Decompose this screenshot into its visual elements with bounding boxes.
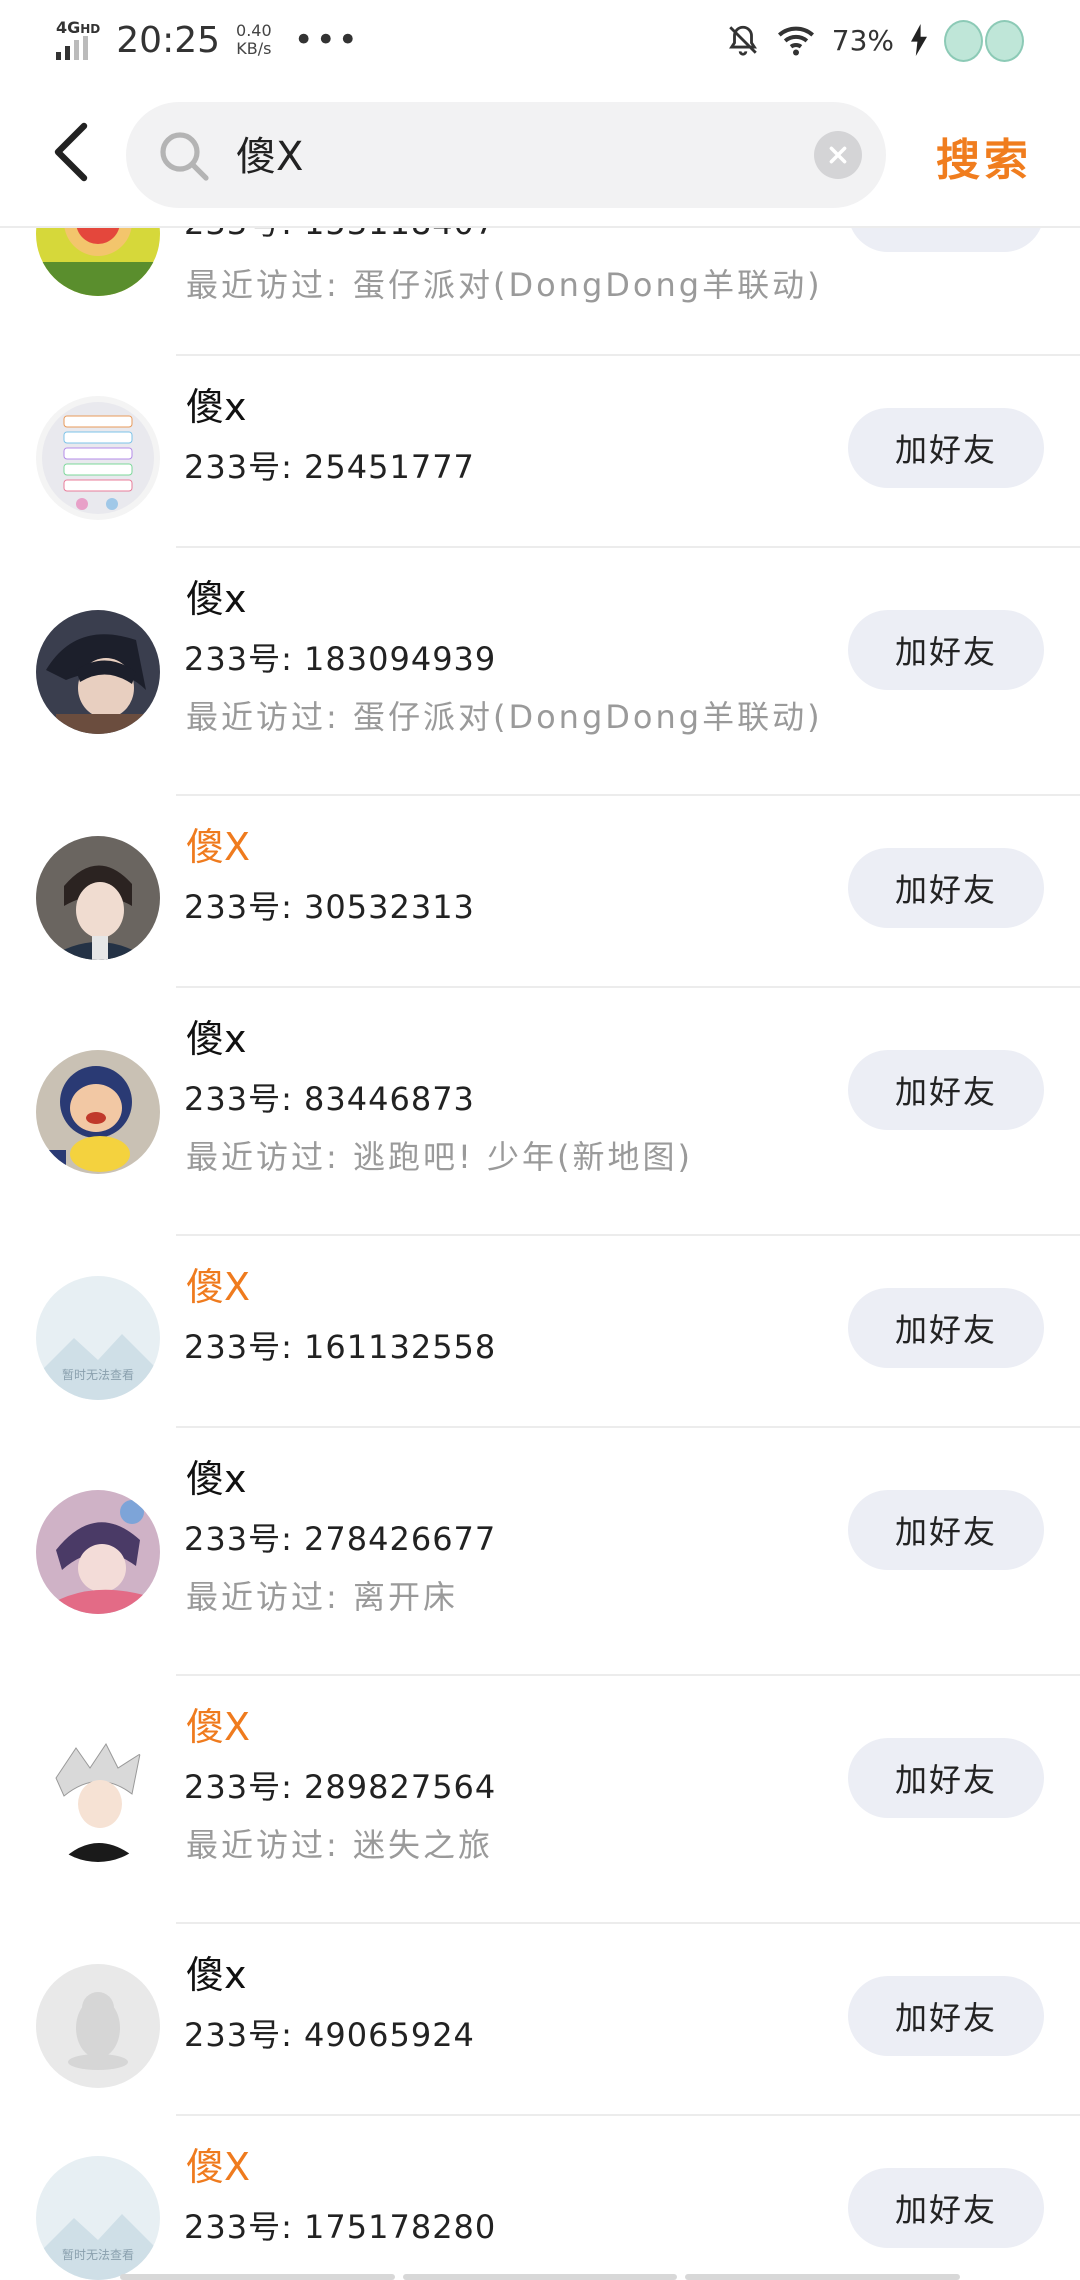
add-friend-button[interactable]: 加好友 (848, 848, 1044, 928)
placeholder-landscape-avatar[interactable]: 暂时无法查看 (36, 2156, 160, 2280)
default-penguin-avatar[interactable] (36, 1964, 160, 2088)
svg-text:暂时无法查看: 暂时无法查看 (62, 1368, 134, 1382)
anime-boy-avatar[interactable] (36, 610, 160, 734)
network-speed: 0.40 KB/s (236, 22, 272, 58)
wifi-icon (777, 26, 814, 56)
list-item[interactable]: 暂时无法查看 傻X 233号: 175178280 加好友 (0, 2116, 1080, 2280)
result-uid: 233号: 289827564 (184, 1768, 497, 1806)
recent-visit-text: 最近访过: 蛋仔派对(DongDong羊联动) (186, 698, 823, 736)
add-friend-button[interactable]: 加好友 (848, 610, 1044, 690)
network-speed-value: 0.40 (236, 21, 272, 40)
yellow-green-avatar[interactable] (36, 228, 160, 296)
add-friend-button[interactable]: 加好友 (848, 1490, 1044, 1570)
network-indicator: 4GHD (56, 17, 101, 60)
signal-icon (56, 35, 100, 60)
result-name: 傻X (186, 825, 251, 869)
add-friend-button[interactable]: 加好友 (848, 408, 1044, 488)
silent-bell-icon (728, 25, 757, 56)
network-speed-unit: KB/s (236, 39, 272, 58)
status-time: 20:25 (116, 19, 221, 61)
result-name: 傻x (186, 1457, 247, 1501)
anime-uniform-avatar[interactable] (36, 836, 160, 960)
result-name: 傻x (186, 385, 247, 429)
result-name: 傻x (186, 1017, 247, 1061)
add-friend-button[interactable]: 加好友 (848, 2168, 1044, 2248)
list-item[interactable]: 傻x 233号: 83446873 最近访过: 逃跑吧! 少年(新地图) 加好友 (0, 988, 1080, 1236)
result-uid: 233号: 49065924 (184, 2016, 475, 2054)
charging-icon (911, 24, 927, 56)
result-name: 傻x (186, 1953, 247, 1997)
add-friend-button[interactable]: 加好友 (848, 1976, 1044, 2056)
list-item[interactable]: 傻X 233号: 30532313 加好友 (0, 796, 1080, 988)
recent-visit-text: 最近访过: 离开床 (186, 1578, 458, 1616)
result-name: 傻X (186, 1705, 251, 1749)
mascot-sticker-icon (944, 20, 1024, 62)
list-item[interactable]: 傻X 233号: 289827564 最近访过: 迷失之旅 加好友 (0, 1676, 1080, 1924)
result-uid: 233号: 278426677 (184, 1520, 497, 1558)
search-query-text[interactable]: 傻X (236, 124, 303, 182)
clear-icon[interactable] (814, 131, 862, 179)
recent-visit-text: 最近访过: 迷失之旅 (186, 1826, 493, 1864)
result-uid: 233号: 175178280 (184, 2208, 497, 2246)
add-friend-button[interactable]: 加好友 (848, 1288, 1044, 1368)
recent-visit-text: 最近访过: 逃跑吧! 少年(新地图) (186, 1138, 693, 1176)
more-notifications-icon: ••• (293, 20, 360, 60)
list-item[interactable]: 傻x 233号: 25451777 加好友 (0, 356, 1080, 548)
placeholder-landscape-avatar[interactable]: 暂时无法查看 (36, 1276, 160, 1400)
list-item[interactable]: 暂时无法查看 傻X 233号: 161132558 加好友 (0, 1236, 1080, 1428)
add-friend-button[interactable]: 加好友 (848, 1738, 1044, 1818)
recent-visit-text: 最近访过: 蛋仔派对(DongDong羊联动) (186, 266, 823, 304)
result-name: 傻X (186, 2145, 251, 2189)
add-friend-button[interactable]: 加好友 (848, 1050, 1044, 1130)
network-type: 4G (56, 17, 81, 37)
result-name: 傻x (186, 577, 247, 621)
result-uid: 233号: 30532313 (184, 888, 475, 926)
search-button[interactable]: 搜索 (936, 124, 1032, 188)
list-item[interactable]: 233号: 153118407 最近访过: 蛋仔派对(DongDong羊联动) 加好… (0, 228, 1080, 356)
nav-gesture-bar (120, 2274, 961, 2280)
add-friend-button[interactable]: 加好友 (848, 228, 1044, 252)
search-icon (160, 132, 209, 181)
svg-text:暂时无法查看: 暂时无法查看 (62, 2248, 134, 2262)
network-hd: HD (80, 21, 101, 36)
battery-level: 73% (831, 23, 894, 57)
result-uid: 233号: 25451777 (184, 448, 475, 486)
white-hair-avatar[interactable] (36, 1738, 160, 1862)
list-item[interactable]: 傻x 233号: 49065924 加好友 (0, 1924, 1080, 2116)
back-arrow-icon[interactable] (48, 122, 92, 182)
menu-sticker-avatar[interactable] (36, 396, 160, 520)
baby-avatar[interactable] (36, 1050, 160, 1174)
pink-anime-avatar[interactable] (36, 1490, 160, 1614)
search-results-list[interactable]: 233号: 153118407 最近访过: 蛋仔派对(DongDong羊联动) 加好… (0, 228, 1080, 2280)
result-uid: 233号: 183094939 (184, 640, 497, 678)
search-header: 傻X 搜索 (0, 80, 1080, 228)
result-uid: 233号: 153118407 (184, 228, 496, 244)
search-input[interactable]: 傻X (126, 102, 886, 208)
result-uid: 233号: 161132558 (184, 1328, 497, 1366)
result-name: 傻X (186, 1265, 251, 1309)
list-item[interactable]: 傻x 233号: 278426677 最近访过: 离开床 加好友 (0, 1428, 1080, 1676)
result-uid: 233号: 83446873 (184, 1080, 475, 1118)
status-bar: 4GHD 20:25 0.40 KB/s ••• 73% (0, 0, 1080, 80)
list-item[interactable]: 傻x 233号: 183094939 最近访过: 蛋仔派对(DongDong羊联动)… (0, 548, 1080, 796)
